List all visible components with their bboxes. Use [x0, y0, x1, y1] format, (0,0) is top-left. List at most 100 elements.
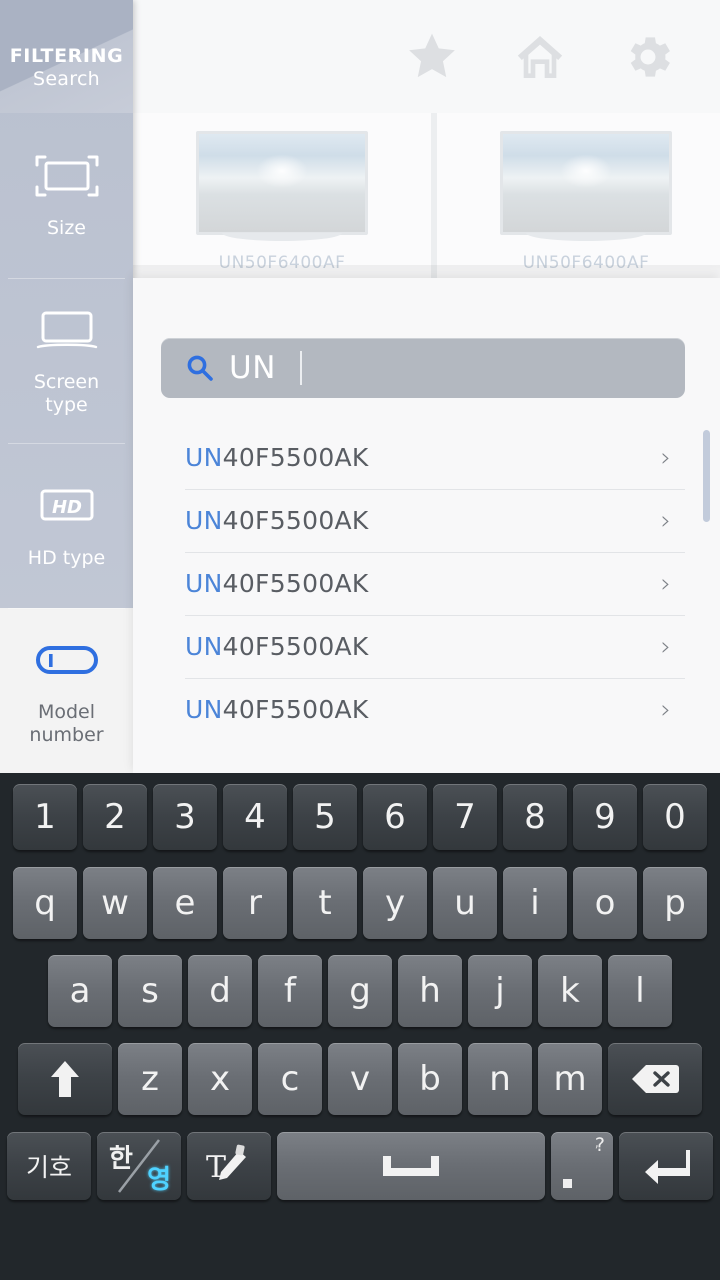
key-t[interactable]: t: [293, 867, 357, 939]
key-f[interactable]: f: [258, 955, 322, 1027]
period-key[interactable]: ,· ?: [551, 1132, 613, 1200]
handwriting-key[interactable]: T: [187, 1132, 271, 1200]
key-l[interactable]: l: [608, 955, 672, 1027]
sidebar-item-hd-type[interactable]: HD HD type: [0, 443, 133, 608]
search-results-list: UN40F5500AK › UN40F5500AK › UN40F5500AK …: [161, 426, 685, 751]
result-highlight: UN: [185, 695, 223, 724]
key-a[interactable]: a: [48, 955, 112, 1027]
product-card[interactable]: UN50F6400AF 40 Full UHD TV: [437, 113, 720, 283]
sidebar-subtitle: Search: [32, 68, 101, 90]
backspace-key[interactable]: [608, 1043, 702, 1115]
key-r[interactable]: r: [223, 867, 287, 939]
result-highlight: UN: [185, 632, 223, 661]
sidebar-item-label-line1: Screen: [33, 370, 100, 393]
key-k[interactable]: k: [538, 955, 602, 1027]
list-item[interactable]: UN40F5500AK ›: [161, 678, 685, 741]
sidebar-item-screen-type[interactable]: Screen type: [0, 278, 133, 443]
space-bar-icon: [379, 1152, 443, 1180]
chevron-right-icon: ›: [660, 568, 671, 599]
list-item[interactable]: UN40F5500AK ›: [161, 426, 685, 489]
key-x[interactable]: x: [188, 1043, 252, 1115]
key-0[interactable]: 0: [643, 784, 707, 850]
arrow-up-icon: [45, 1058, 85, 1100]
key-b[interactable]: b: [398, 1043, 462, 1115]
key-q[interactable]: q: [13, 867, 77, 939]
sidebar-item-size[interactable]: Size: [0, 113, 133, 278]
sidebar-item-label: Model number: [29, 701, 103, 747]
result-model-text: UN40F5500AK: [185, 632, 369, 661]
list-item[interactable]: UN40F5500AK ›: [161, 552, 685, 615]
language-english-label: 영: [147, 1165, 171, 1195]
key-e[interactable]: e: [153, 867, 217, 939]
key-2[interactable]: 2: [83, 784, 147, 850]
shift-key[interactable]: [18, 1043, 112, 1115]
result-highlight: UN: [185, 443, 223, 472]
search-input[interactable]: UN: [161, 338, 685, 398]
sidebar-header: FILTERING Search: [0, 0, 133, 113]
key-c[interactable]: c: [258, 1043, 322, 1115]
key-z[interactable]: z: [118, 1043, 182, 1115]
key-7[interactable]: 7: [433, 784, 497, 850]
result-rest: 40F5500AK: [222, 695, 369, 724]
text-caret: [299, 351, 302, 385]
chevron-right-icon: ›: [660, 631, 671, 662]
results-scrollbar[interactable]: [703, 430, 710, 522]
chevron-right-icon: ›: [660, 442, 671, 473]
result-rest: 40F5500AK: [222, 632, 369, 661]
key-w[interactable]: w: [83, 867, 147, 939]
space-key[interactable]: [277, 1132, 545, 1200]
result-model-text: UN40F5500AK: [185, 443, 369, 472]
chevron-right-icon: ›: [660, 694, 671, 725]
tv-image: [500, 131, 672, 235]
search-input-value: UN: [229, 350, 276, 386]
product-card[interactable]: UN50F6400AF: [133, 113, 431, 283]
key-g[interactable]: g: [328, 955, 392, 1027]
key-1[interactable]: 1: [13, 784, 77, 850]
model-number-search-panel: UN UN40F5500AK › UN40F5500AK › UN40F5500…: [133, 278, 720, 773]
list-item[interactable]: UN40F5500AK ›: [161, 489, 685, 552]
key-9[interactable]: 9: [573, 784, 637, 850]
backspace-icon: [630, 1062, 680, 1096]
product-card-body: UN50F6400AF: [133, 113, 431, 283]
key-8[interactable]: 8: [503, 784, 567, 850]
keyboard-row-top: q w e r t y u i o p: [4, 865, 716, 941]
key-6[interactable]: 6: [363, 784, 427, 850]
key-i[interactable]: i: [503, 867, 567, 939]
favorite-star-icon[interactable]: [404, 29, 460, 85]
settings-gear-icon[interactable]: [620, 29, 676, 85]
result-rest: 40F5500AK: [222, 569, 369, 598]
key-5[interactable]: 5: [293, 784, 357, 850]
keyboard-row-bottom: z x c v b n m: [4, 1041, 716, 1117]
result-model-text: UN40F5500AK: [185, 695, 369, 724]
tv-frame-icon: [29, 151, 105, 201]
sidebar-item-label: HD type: [27, 547, 106, 569]
key-n[interactable]: n: [468, 1043, 532, 1115]
product-card-strip: UN50F6400AF UN50F6400AF 40 Full UHD TV: [133, 113, 720, 283]
screen: UN50F6400AF UN50F6400AF 40 Full UHD TV: [0, 0, 720, 1280]
sidebar-item-model-number[interactable]: Model number: [0, 608, 133, 773]
period-dot-icon: [563, 1179, 572, 1188]
key-4[interactable]: 4: [223, 784, 287, 850]
key-v[interactable]: v: [328, 1043, 392, 1115]
sidebar-item-label-line2: type: [45, 393, 88, 416]
key-o[interactable]: o: [573, 867, 637, 939]
key-d[interactable]: d: [188, 955, 252, 1027]
key-s[interactable]: s: [118, 955, 182, 1027]
enter-key[interactable]: [619, 1132, 713, 1200]
home-icon[interactable]: [512, 29, 568, 85]
on-screen-keyboard: 1 2 3 4 5 6 7 8 9 0 q w e r t y u i o p …: [0, 773, 720, 1280]
key-p[interactable]: p: [643, 867, 707, 939]
keyboard-row-function: 기호 한 영 T ,· ?: [4, 1129, 716, 1203]
language-toggle-key[interactable]: 한 영: [97, 1132, 181, 1200]
sidebar-item-label: Size: [46, 217, 86, 239]
symbol-key[interactable]: 기호: [7, 1132, 91, 1200]
key-j[interactable]: j: [468, 955, 532, 1027]
key-u[interactable]: u: [433, 867, 497, 939]
key-3[interactable]: 3: [153, 784, 217, 850]
key-y[interactable]: y: [363, 867, 427, 939]
result-model-text: UN40F5500AK: [185, 569, 369, 598]
key-h[interactable]: h: [398, 955, 462, 1027]
key-m[interactable]: m: [538, 1043, 602, 1115]
list-item[interactable]: UN40F5500AK ›: [161, 615, 685, 678]
handwriting-pen-icon: T: [203, 1143, 255, 1189]
